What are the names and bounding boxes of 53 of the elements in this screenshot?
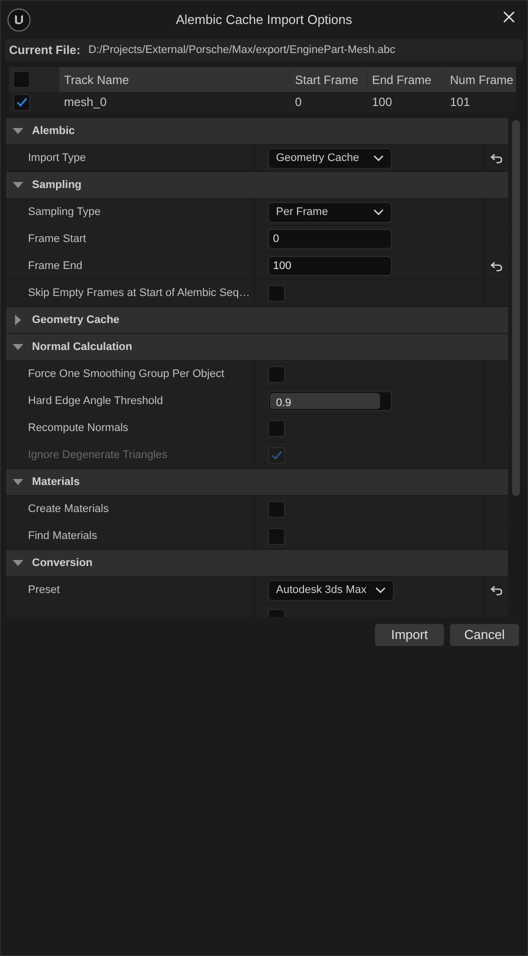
reset-icon[interactable] — [490, 584, 503, 596]
section-header[interactable]: Normal Calculation — [6, 334, 508, 361]
property-label: Skip Empty Frames at Start of Alembic Seq… — [28, 286, 250, 301]
property-label: Preset — [28, 582, 60, 598]
slider-field[interactable]: 0.9 — [268, 391, 392, 411]
property-label: Hard Edge Angle Threshold — [28, 394, 163, 409]
property-label: Import Type — [28, 150, 86, 166]
section-header[interactable]: Materials — [6, 469, 508, 496]
table-cell: 0 — [295, 95, 302, 109]
section-header[interactable]: Alembic — [6, 118, 508, 145]
property-label: Create Materials — [28, 502, 109, 517]
chevron-down-icon — [374, 586, 386, 594]
dropdown[interactable]: Geometry Cache — [268, 148, 392, 168]
property-label: Recompute Normals — [28, 420, 128, 436]
property-label: Ignore Degenerate Triangles — [28, 448, 168, 463]
property-label: Sampling Type — [28, 204, 101, 220]
column-header[interactable]: Num Frame — [446, 67, 516, 92]
checkbox[interactable] — [268, 500, 285, 518]
close-icon[interactable] — [503, 11, 515, 23]
chevron-down-icon — [373, 208, 384, 216]
property-label: Frame Start — [28, 232, 86, 247]
section-header[interactable]: Sampling — [6, 172, 508, 199]
dropdown[interactable]: Autodesk 3ds Max — [268, 580, 394, 600]
column-header[interactable]: Track Name — [60, 67, 290, 92]
section-header[interactable]: Conversion — [6, 550, 508, 577]
scrollbar[interactable] — [512, 120, 520, 496]
column-header[interactable]: End Frame — [368, 67, 445, 92]
table-cell: mesh_0 — [64, 95, 107, 109]
property-label: Frame End — [28, 258, 82, 274]
reset-icon[interactable] — [490, 260, 503, 272]
window-title: Alembic Cache Import Options — [174, 11, 354, 30]
checkbox[interactable] — [268, 528, 285, 544]
chevron-down-icon — [373, 154, 384, 162]
reset-icon[interactable] — [490, 152, 503, 164]
import-button[interactable]: Import — [375, 624, 444, 646]
table-cell: 100 — [372, 95, 392, 109]
input-field[interactable]: 0 — [268, 229, 392, 249]
checkbox[interactable] — [268, 284, 285, 302]
section-header[interactable]: Geometry Cache — [6, 307, 508, 334]
checkbox[interactable] — [268, 366, 285, 382]
property-label: Find Materials — [28, 528, 98, 544]
column-header[interactable]: Start Frame — [291, 67, 367, 92]
file-path: D:/Projects/External/Porsche/Max/export/EnginePart-Mesh.abc — [88, 42, 396, 58]
checkbox[interactable] — [13, 71, 30, 88]
dropdown[interactable]: Per Frame — [268, 202, 392, 222]
cancel-button[interactable]: Cancel — [450, 624, 519, 646]
checkbox[interactable] — [13, 94, 30, 110]
table-cell: 101 — [450, 95, 470, 109]
property-label: Force One Smoothing Group Per Object — [28, 366, 224, 382]
input-field[interactable]: 100 — [268, 256, 392, 276]
logo-icon — [7, 8, 31, 32]
current-file-label: Current File: — [9, 42, 80, 59]
checkbox[interactable] — [268, 420, 285, 436]
